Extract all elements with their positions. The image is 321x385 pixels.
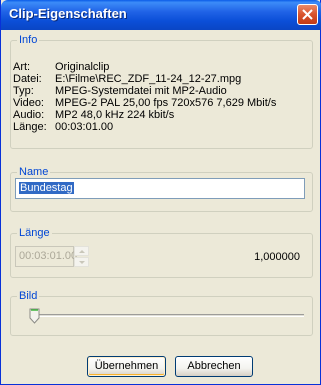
info-value: Originalclip: [55, 61, 110, 73]
info-key: Länge:: [13, 121, 47, 133]
info-value: E:\Filme\REC_ZDF_11-24_12-27.mpg: [55, 73, 242, 85]
close-button[interactable]: [297, 4, 318, 25]
spin-down-button[interactable]: [74, 257, 89, 267]
info-key: Art:: [13, 61, 31, 73]
info-key: Video:: [13, 97, 44, 109]
info-value: MP2 48,0 kHz 224 kbit/s: [55, 109, 175, 121]
name-group-legend: Name: [17, 166, 51, 178]
length-field[interactable]: 00:03:01.00: [15, 246, 77, 267]
image-slider-track[interactable]: [34, 314, 304, 317]
image-group-legend: Bild: [17, 290, 40, 302]
window-title: Clip-Eigenschaften: [9, 6, 127, 21]
speed-factor: 1,000000: [254, 251, 300, 263]
spin-up-button[interactable]: [74, 246, 89, 256]
info-value: MPEG-Systemdatei mit MP2-Audio: [55, 85, 227, 97]
apply-button[interactable]: Übernehmen: [87, 356, 166, 377]
name-input[interactable]: Bundestag: [15, 178, 305, 199]
image-slider-thumb[interactable]: [29, 308, 40, 324]
length-group-legend: Länge: [17, 227, 52, 239]
info-key: Typ:: [13, 85, 34, 97]
clip-properties-dialog: Clip-Eigenschaften Info Art: Originalclip…: [0, 0, 321, 385]
info-key: Audio:: [13, 109, 45, 121]
cancel-button[interactable]: Abbrechen: [175, 356, 253, 377]
length-spinner[interactable]: [74, 246, 89, 267]
info-value: MPEG-2 PAL 25,00 fps 720x576 7,629 Mbit/…: [55, 97, 277, 109]
name-input-value: Bundestag: [19, 182, 74, 194]
title-bar[interactable]: Clip-Eigenschaften: [1, 0, 321, 30]
close-icon: [302, 9, 313, 20]
info-value: 00:03:01.00: [55, 121, 114, 133]
info-key: Datei:: [13, 73, 42, 85]
info-group-legend: Info: [17, 34, 40, 46]
